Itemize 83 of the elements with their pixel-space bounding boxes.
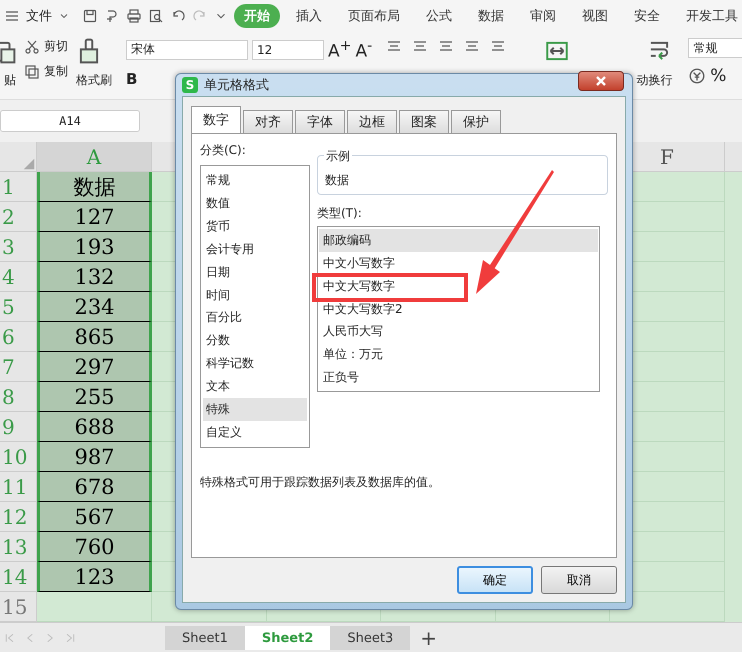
table-cell: 127 (37, 202, 152, 232)
close-icon (594, 75, 608, 87)
percent-button[interactable]: % (710, 66, 726, 86)
sheet-tab[interactable]: Sheet2 (244, 626, 330, 650)
category-item[interactable]: 特殊 (203, 398, 307, 422)
ribbon-tab[interactable]: 数据 (468, 4, 514, 28)
paste-button[interactable]: 贴 (4, 72, 16, 89)
dialog-tab[interactable]: 数字 (191, 106, 241, 133)
font-size-field[interactable]: 12 (252, 40, 324, 60)
copy-icon[interactable] (24, 64, 40, 80)
ribbon-tab[interactable]: 视图 (572, 4, 618, 28)
table-cell: 567 (37, 502, 152, 532)
category-item[interactable]: 日期 (203, 260, 307, 284)
sheet-tab[interactable]: Sheet1 (165, 626, 245, 650)
ribbon-tab[interactable]: 开发工具 (676, 4, 742, 28)
wrap-text-button[interactable]: 动换行 (636, 72, 672, 89)
scissors-icon[interactable] (24, 38, 40, 54)
category-item[interactable]: 分数 (203, 329, 307, 352)
category-item[interactable]: 时间 (203, 284, 307, 307)
sample-value: 数据 (325, 173, 349, 187)
table-cell: 688 (37, 412, 152, 442)
dialog-button[interactable]: 取消 (541, 566, 617, 594)
category-item[interactable]: 货币 (203, 214, 307, 238)
save-icon[interactable] (82, 8, 98, 24)
table-cell: 987 (37, 442, 152, 472)
dialog-tab[interactable]: 对齐 (243, 110, 293, 133)
number-format-field[interactable]: 常规 (688, 38, 742, 58)
type-item[interactable]: 中文小写数字 (319, 252, 598, 275)
format-painter-button[interactable]: 格式刷 (76, 72, 112, 89)
file-menu[interactable]: 文件 (26, 7, 52, 25)
ribbon-tab[interactable]: 公式 (416, 4, 462, 28)
table-cell: 760 (37, 532, 152, 562)
table-cell: 297 (37, 352, 152, 382)
bold-button[interactable]: B (126, 70, 138, 88)
category-item[interactable]: 百分比 (203, 306, 307, 330)
add-sheet-button[interactable]: + (410, 626, 447, 650)
category-item[interactable]: 自定义 (203, 421, 307, 444)
category-label: 分类(C): (200, 142, 247, 159)
row-header[interactable]: 15 (0, 592, 37, 622)
type-item[interactable]: 中文大写数字2 (319, 298, 598, 320)
ribbon-tab[interactable]: 页面布局 (338, 4, 410, 28)
name-box[interactable]: A14 (0, 110, 140, 132)
dialog-tab[interactable]: 边框 (347, 110, 397, 133)
sample-label: 示例 (324, 148, 352, 165)
cut-button[interactable]: 剪切 (44, 38, 68, 55)
shrink-font-button[interactable]: A$^{-}$ (356, 38, 372, 62)
dialog-tab[interactable]: 保护 (451, 110, 501, 133)
ribbon-tab[interactable]: 安全 (624, 4, 670, 28)
print-icon[interactable] (126, 8, 142, 24)
sheet-tab[interactable]: Sheet3 (330, 626, 410, 650)
type-item[interactable]: 人民币大写 (319, 320, 598, 344)
copy-button[interactable]: 复制 (44, 63, 68, 80)
category-item[interactable]: 常规 (203, 169, 307, 192)
dialog-tab[interactable]: 字体 (295, 110, 345, 133)
table-cell: 数据 (37, 172, 152, 202)
category-item[interactable]: 文本 (203, 375, 307, 398)
table-cell: 255 (37, 382, 152, 412)
type-item[interactable]: 邮政编码 (319, 229, 598, 252)
preview-icon[interactable] (148, 8, 164, 24)
table-cell: 865 (37, 322, 152, 352)
grow-font-button[interactable]: A$^{+}$ (328, 38, 352, 62)
yen-icon[interactable] (688, 67, 706, 85)
font-name-field[interactable]: 宋体 (126, 40, 248, 60)
type-item[interactable]: 中文大写数字 (319, 274, 598, 298)
ribbon-tab[interactable]: 审阅 (520, 4, 566, 28)
category-item[interactable]: 数值 (203, 192, 307, 215)
description-text: 特殊格式可用于跟踪数据列表及数据库的值。 (200, 474, 441, 491)
table-cell: 132 (37, 262, 152, 292)
category-item[interactable]: 科学记数 (203, 352, 307, 376)
dialog-button[interactable]: 确定 (457, 566, 533, 594)
table-cell: 234 (37, 292, 152, 322)
type-item[interactable]: 正负号 (319, 366, 598, 390)
ribbon-tab[interactable]: 插入 (286, 4, 332, 28)
table-cell: 678 (37, 472, 152, 502)
dialog-title: 单元格格式 (204, 77, 270, 94)
close-button[interactable] (578, 71, 624, 91)
app-logo: S (182, 77, 198, 93)
type-label: 类型(T): (317, 205, 363, 222)
type-item[interactable]: 单位：万元 (319, 343, 598, 366)
category-item[interactable]: 会计专用 (203, 238, 307, 261)
table-cell: 123 (37, 562, 152, 592)
dialog-tab[interactable]: 图案 (399, 110, 449, 133)
table-cell: 193 (37, 232, 152, 262)
